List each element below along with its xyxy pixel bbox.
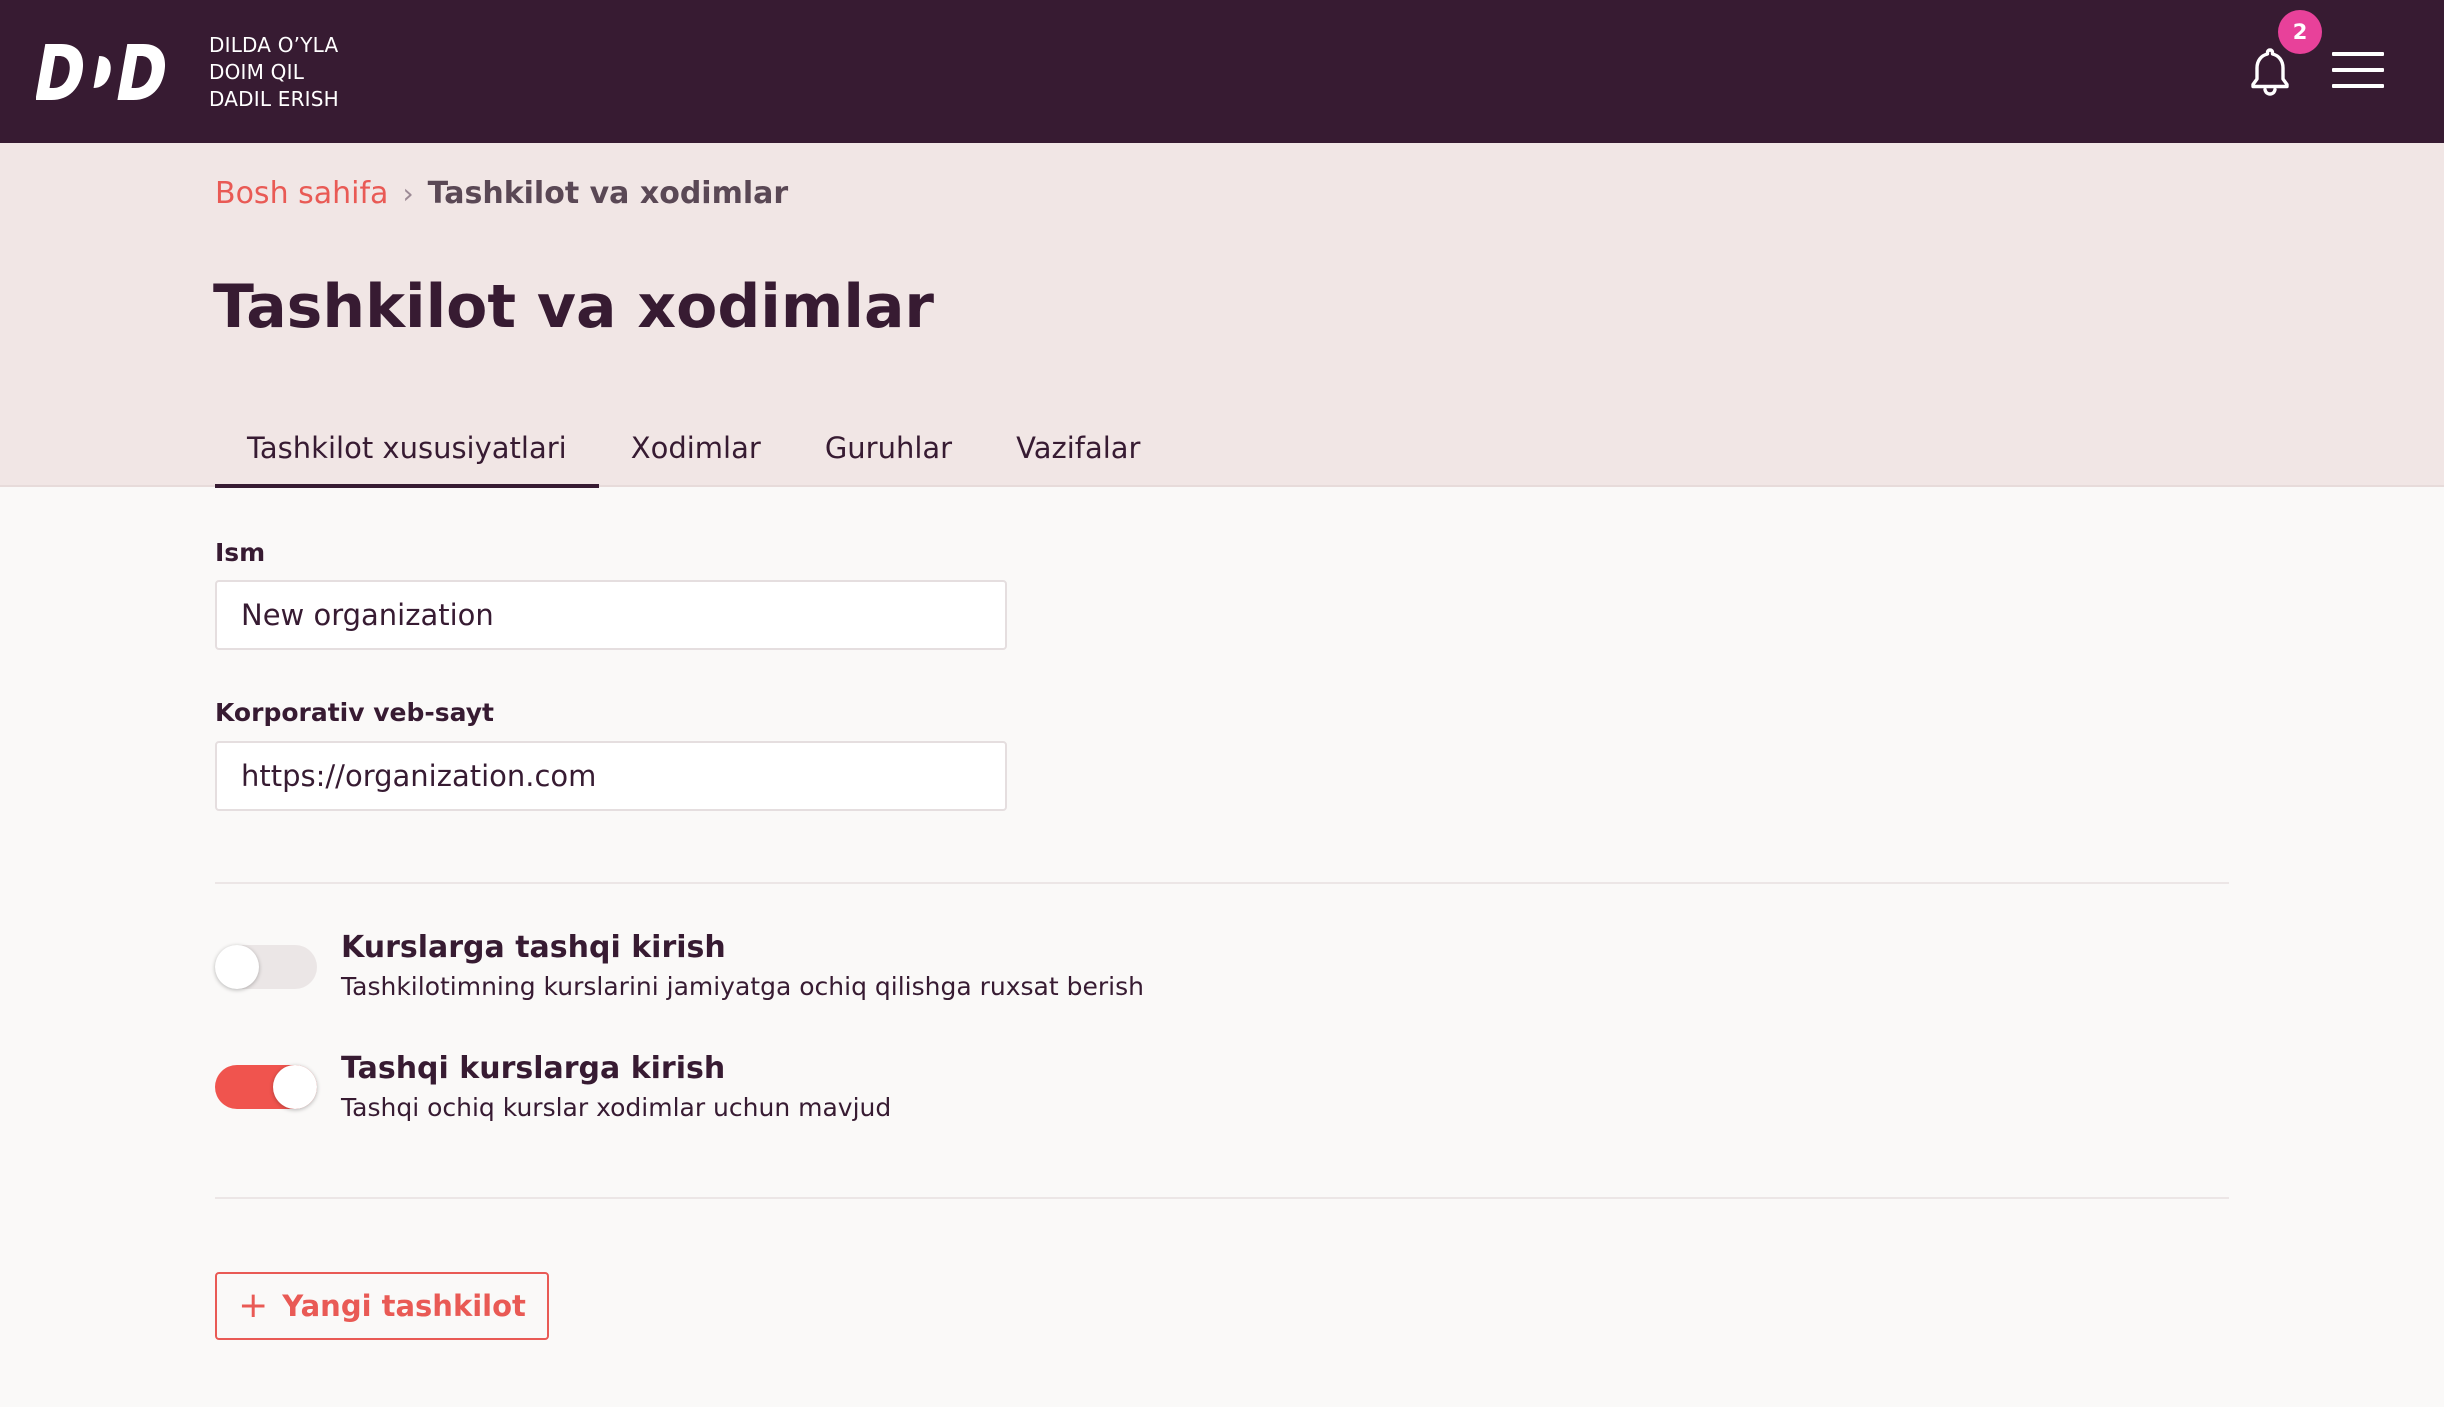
tab-groups[interactable]: Guruhlar <box>793 425 984 487</box>
website-field[interactable] <box>215 741 1007 811</box>
external-course-access-toggle[interactable] <box>215 945 317 989</box>
breadcrumb-home-link[interactable]: Bosh sahifa <box>215 176 388 211</box>
new-organization-label: Yangi tashkilot <box>282 1289 526 1323</box>
option-description: Tashqi ochiq kurslar xodimlar uchun mavj… <box>341 1093 892 1122</box>
toggle-knob <box>273 1065 317 1109</box>
hamburger-menu-icon[interactable] <box>2332 52 2384 90</box>
website-label: Korporativ veb-sayt <box>215 698 494 727</box>
plus-icon: + <box>238 1285 269 1326</box>
option-title: Tashqi kurslarga kirish <box>341 1051 726 1086</box>
breadcrumb-current: Tashkilot va xodimlar <box>427 176 789 211</box>
top-bar: DILDA O’YLA DOIM QIL DADIL ERISH 2 <box>0 0 2444 143</box>
tagline-line-3: DADIL ERISH <box>209 87 339 111</box>
option-title: Kurslarga tashqi kirish <box>341 930 726 965</box>
name-field[interactable] <box>215 580 1007 650</box>
bell-icon[interactable] <box>2248 46 2292 96</box>
tab-bar: Tashkilot xususiyatlari Xodimlar Guruhla… <box>215 425 1172 488</box>
tab-tasks[interactable]: Vazifalar <box>984 425 1172 487</box>
chevron-right-icon: › <box>402 177 414 210</box>
tagline-line-2: DOIM QIL <box>209 60 305 84</box>
tab-employees[interactable]: Xodimlar <box>599 425 793 487</box>
tab-organization-properties[interactable]: Tashkilot xususiyatlari <box>215 425 599 488</box>
section-divider <box>215 882 2229 884</box>
external-courses-access-toggle[interactable] <box>215 1065 317 1109</box>
notification-badge[interactable]: 2 <box>2278 10 2322 54</box>
section-divider <box>215 1197 2229 1199</box>
page-title: Tashkilot va xodimlar <box>213 272 935 342</box>
breadcrumb: Bosh sahifa › Tashkilot va xodimlar <box>215 176 788 211</box>
ddd-logo[interactable] <box>36 40 182 104</box>
new-organization-button[interactable]: + Yangi tashkilot <box>215 1272 549 1340</box>
option-description: Tashkilotimning kurslarini jamiyatga och… <box>341 972 1144 1001</box>
toggle-knob <box>215 945 259 989</box>
brand-tagline: DILDA O’YLA DOIM QIL DADIL ERISH <box>209 32 339 113</box>
tagline-line-1: DILDA O’YLA <box>209 33 339 57</box>
name-label: Ism <box>215 538 266 567</box>
